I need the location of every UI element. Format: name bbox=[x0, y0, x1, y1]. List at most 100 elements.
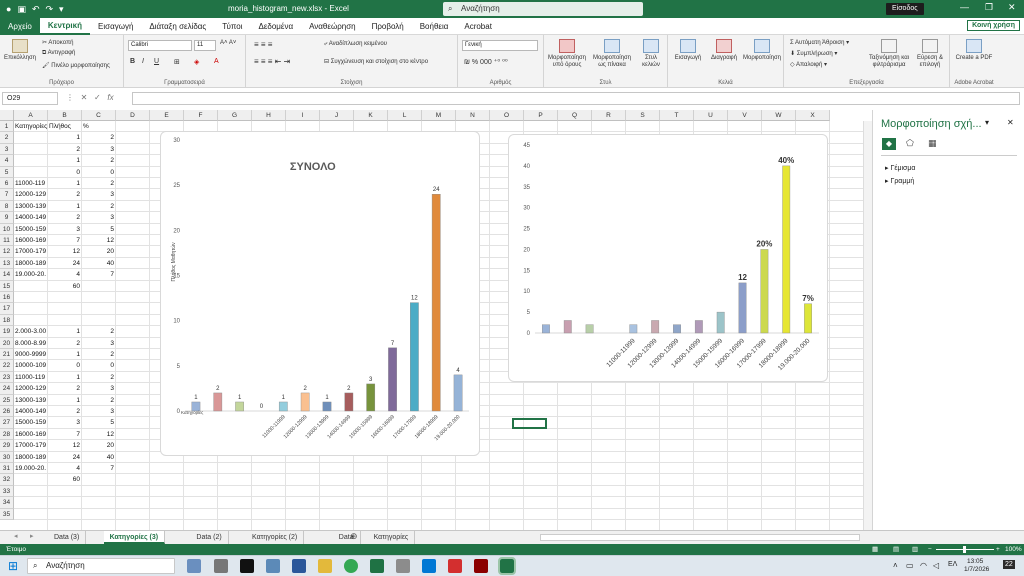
bar[interactable] bbox=[738, 282, 747, 334]
row-header[interactable]: 28 bbox=[0, 428, 14, 441]
row-header[interactable]: 7 bbox=[0, 189, 14, 201]
undo-icon[interactable]: ↶ bbox=[32, 4, 40, 15]
maximize-icon[interactable]: ❐ bbox=[985, 2, 993, 13]
cell[interactable]: Πλήθος bbox=[49, 122, 80, 132]
tab-0[interactable]: Αρχείο bbox=[0, 17, 40, 35]
cell[interactable]: 2 bbox=[83, 373, 114, 383]
cell[interactable]: 24 bbox=[49, 259, 80, 269]
row-header[interactable]: 23 bbox=[0, 371, 14, 384]
font-name-select[interactable]: Calibri bbox=[128, 40, 192, 51]
column-header[interactable]: P bbox=[524, 110, 558, 121]
notification-badge[interactable]: 22 bbox=[1003, 560, 1015, 569]
row-header[interactable]: 4 bbox=[0, 155, 14, 167]
format-table-button[interactable]: Μορφοποίηση ως πίνακα bbox=[590, 39, 634, 69]
cell[interactable]: 3 bbox=[49, 225, 80, 235]
bar[interactable] bbox=[453, 374, 463, 412]
cell[interactable]: 2 bbox=[83, 179, 114, 189]
underline-button[interactable]: U bbox=[154, 58, 159, 65]
cell[interactable]: 2 bbox=[83, 396, 114, 406]
row-header[interactable]: 21 bbox=[0, 349, 14, 361]
create-pdf-button[interactable]: Create a PDF bbox=[954, 39, 994, 62]
cell[interactable]: 3 bbox=[49, 418, 80, 428]
tab-9[interactable]: Acrobat bbox=[456, 18, 500, 35]
zoom-out-icon[interactable]: − bbox=[928, 544, 932, 555]
chrome-icon[interactable] bbox=[344, 559, 358, 573]
row-header[interactable]: 20 bbox=[0, 337, 14, 349]
select-all-corner[interactable] bbox=[0, 110, 14, 121]
clock-time[interactable]: 13:05 bbox=[967, 558, 983, 565]
bar[interactable] bbox=[322, 401, 332, 412]
row-header[interactable]: 33 bbox=[0, 485, 14, 498]
fill-section[interactable]: ▸ Γέμισμα bbox=[885, 164, 915, 172]
cell[interactable]: 60 bbox=[49, 475, 80, 485]
column-header[interactable]: H bbox=[252, 110, 286, 121]
cell[interactable]: 3 bbox=[83, 213, 114, 223]
row-header[interactable]: 14 bbox=[0, 269, 14, 281]
cell[interactable]: 1 bbox=[49, 373, 80, 383]
calculator-icon[interactable] bbox=[396, 559, 410, 573]
conditional-format-button[interactable]: Μορφοποίηση υπό όρους bbox=[546, 39, 588, 69]
row-header[interactable]: 24 bbox=[0, 383, 14, 395]
tab-2[interactable]: Εισαγωγή bbox=[90, 18, 141, 35]
row-header[interactable]: 26 bbox=[0, 406, 14, 418]
widgets-icon[interactable] bbox=[187, 559, 201, 573]
bar[interactable] bbox=[542, 324, 550, 334]
currency-icon[interactable]: ₪ % 000 ⁺⁰ ⁰⁰ bbox=[464, 58, 508, 66]
column-header[interactable]: B bbox=[48, 110, 82, 121]
cell[interactable]: 3 bbox=[83, 339, 114, 349]
files-icon[interactable] bbox=[266, 559, 280, 573]
row-header[interactable]: 1 bbox=[0, 121, 14, 133]
network-icon[interactable]: ▭ bbox=[906, 561, 914, 570]
sheet-tab[interactable]: Κατηγορίες bbox=[368, 531, 416, 544]
bar[interactable] bbox=[213, 392, 223, 412]
language-indicator[interactable]: ΕΛ bbox=[948, 561, 957, 568]
column-header[interactable]: D bbox=[116, 110, 150, 121]
cell[interactable]: 1 bbox=[49, 179, 80, 189]
selected-cell[interactable] bbox=[512, 418, 547, 429]
close-icon[interactable]: ✕ bbox=[1008, 2, 1016, 13]
cut-button[interactable]: ✂ Αποκοπή bbox=[42, 39, 73, 46]
cell[interactable]: 3 bbox=[83, 407, 114, 417]
app-icon[interactable] bbox=[474, 559, 488, 573]
bar[interactable] bbox=[585, 324, 594, 334]
row-header[interactable]: 12 bbox=[0, 246, 14, 258]
bar[interactable] bbox=[410, 302, 419, 412]
number-format-select[interactable]: Γενική bbox=[462, 40, 538, 51]
fill-line-icon[interactable]: ◆ bbox=[882, 138, 896, 150]
column-header[interactable]: X bbox=[796, 110, 830, 121]
sheet-tab[interactable]: Data (3) bbox=[48, 531, 87, 544]
column-header[interactable]: G bbox=[218, 110, 252, 121]
autosave-icon[interactable]: ● bbox=[6, 4, 11, 14]
column-header[interactable]: L bbox=[388, 110, 422, 121]
row-header[interactable]: 22 bbox=[0, 360, 14, 372]
column-header[interactable]: T bbox=[660, 110, 694, 121]
cell[interactable]: 2 bbox=[83, 156, 114, 166]
bar[interactable] bbox=[344, 392, 354, 412]
cell[interactable]: 3 bbox=[83, 384, 114, 394]
cell[interactable]: 2 bbox=[49, 145, 80, 155]
windows-start-icon[interactable]: ⊞ bbox=[8, 559, 18, 573]
column-header[interactable]: O bbox=[490, 110, 524, 121]
excel-small-icon[interactable] bbox=[370, 559, 384, 573]
cell[interactable]: 3 bbox=[83, 190, 114, 200]
fx-icon[interactable]: ⋮ ✕ ✓ fx bbox=[66, 93, 114, 102]
save-icon[interactable]: ▣ bbox=[17, 4, 26, 15]
cell[interactable]: 2 bbox=[83, 202, 114, 212]
zoom-in-icon[interactable]: + bbox=[996, 544, 1000, 555]
redo-icon[interactable]: ↷ bbox=[46, 4, 54, 15]
autosum-button[interactable]: Σ Αυτόματη Άθροιση ▾ bbox=[790, 39, 849, 46]
format-painter-button[interactable]: 🖌 Πινέλο μορφοποίησης bbox=[42, 62, 110, 69]
taskbar-search[interactable]: ⌕ Αναζήτηση bbox=[27, 558, 175, 574]
cell[interactable]: 20 bbox=[83, 441, 114, 451]
cell[interactable]: 1 bbox=[49, 350, 80, 360]
cell[interactable]: 40 bbox=[83, 453, 114, 463]
cell[interactable]: 12 bbox=[49, 441, 80, 451]
format-cells-button[interactable]: Μορφοποίηση bbox=[742, 39, 782, 62]
cell[interactable]: 0 bbox=[83, 361, 114, 371]
pane-dropdown-icon[interactable]: ▾ bbox=[985, 118, 989, 127]
row-header[interactable]: 19 bbox=[0, 326, 14, 338]
bar[interactable] bbox=[804, 303, 812, 334]
bar[interactable] bbox=[388, 347, 397, 412]
outlook-icon[interactable] bbox=[422, 559, 436, 573]
excel-taskbar-icon[interactable] bbox=[498, 557, 516, 575]
